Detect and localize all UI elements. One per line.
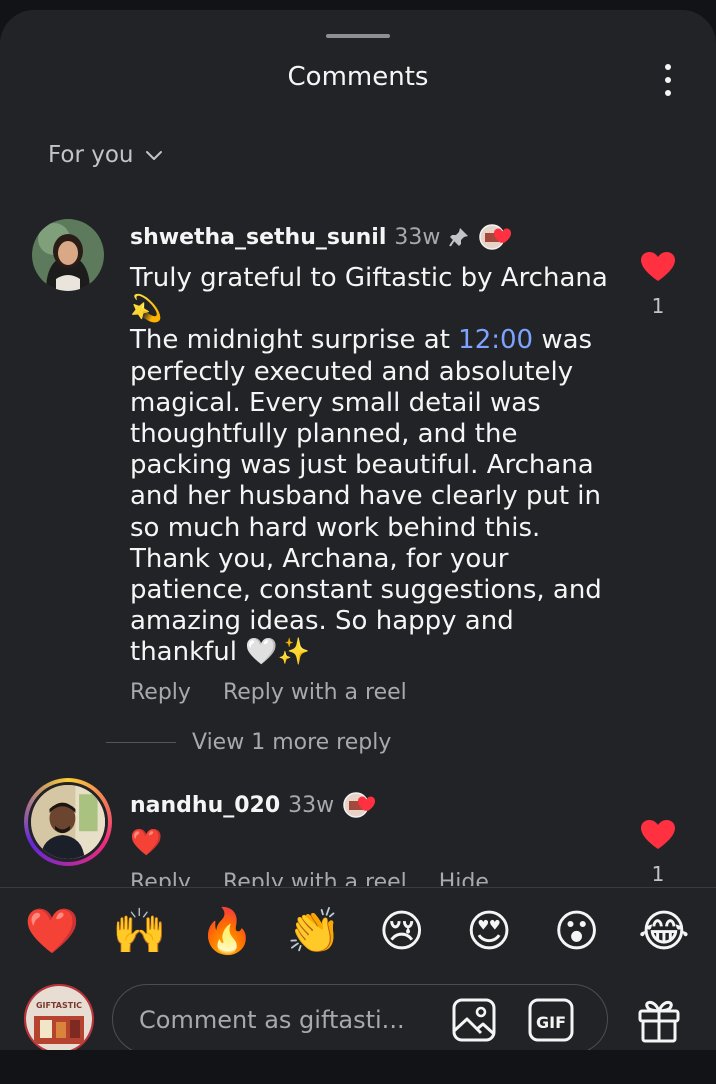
- reply-button[interactable]: Reply: [130, 680, 191, 705]
- sheet-title: Comments: [287, 62, 429, 92]
- filter-label: For you: [48, 142, 134, 168]
- emoji-quick-bar: ❤️ 🙌 🔥 👏 😢 😍 😮 😂: [0, 887, 716, 975]
- comment-actions: Reply Reply with a reel Hide: [130, 870, 489, 886]
- like-column: 1: [638, 252, 678, 318]
- emoji-fire-button[interactable]: 🔥: [199, 904, 255, 960]
- comment-text: Truly grateful to Giftastic by Archana 💫…: [130, 263, 611, 668]
- username[interactable]: shwetha_sethu_sunil: [130, 225, 386, 250]
- comment-text: ❤️: [130, 828, 163, 858]
- comment-composer: GIFTASTIC GIF: [0, 976, 716, 1050]
- comment-meta: nandhu_020 33w: [130, 790, 382, 820]
- emoji-heart-eyes-button[interactable]: 😍: [461, 904, 517, 960]
- timestamp-link[interactable]: 12:00: [458, 325, 533, 355]
- avatar-logo-text: GIFTASTIC: [36, 1001, 82, 1010]
- avatar[interactable]: [24, 778, 112, 866]
- reply-with-reel-button[interactable]: Reply with a reel: [223, 870, 407, 886]
- pin-icon: [449, 228, 469, 247]
- timestamp: 33w: [394, 224, 441, 250]
- current-user-avatar[interactable]: GIFTASTIC: [24, 984, 94, 1050]
- like-column: 1: [638, 820, 678, 886]
- emoji-surprised-button[interactable]: 😮: [549, 904, 605, 960]
- comment-input-box: GIF: [112, 984, 608, 1050]
- avatar[interactable]: [32, 219, 104, 291]
- emoji-crying-button[interactable]: 😢: [374, 904, 430, 960]
- reply-with-reel-button[interactable]: Reply with a reel: [223, 680, 407, 705]
- hide-button[interactable]: Hide: [439, 870, 489, 886]
- like-count: 1: [651, 862, 665, 886]
- view-more-label: View 1 more reply: [192, 730, 392, 755]
- comments-sheet: Comments For you shwetha_sethu_sunil 33w: [0, 10, 716, 1050]
- emoji-raised-hands-button[interactable]: 🙌: [111, 904, 167, 960]
- emoji-laughing-button[interactable]: 😂: [636, 904, 692, 960]
- username[interactable]: nandhu_020: [130, 793, 280, 818]
- comment-filter-dropdown[interactable]: For you: [48, 142, 164, 168]
- emoji-heart-button[interactable]: ❤️: [24, 904, 80, 960]
- heart-filled-icon[interactable]: [641, 252, 675, 282]
- divider: [106, 742, 176, 743]
- creator-liked-badge: [342, 790, 382, 820]
- gif-icon[interactable]: GIF: [527, 997, 575, 1043]
- timestamp: 33w: [288, 792, 335, 818]
- creator-liked-badge: [478, 222, 518, 252]
- chevron-down-icon: [145, 151, 162, 160]
- view-more-replies[interactable]: View 1 more reply: [106, 730, 391, 755]
- gif-label: GIF: [536, 1013, 566, 1032]
- emoji-clap-button[interactable]: 👏: [286, 904, 342, 960]
- reply-button[interactable]: Reply: [130, 870, 191, 886]
- comment-actions: Reply Reply with a reel: [130, 680, 407, 705]
- image-icon[interactable]: [451, 997, 497, 1043]
- gift-icon[interactable]: [634, 994, 684, 1044]
- heart-filled-icon[interactable]: [641, 820, 675, 850]
- comment-input[interactable]: [139, 1003, 429, 1037]
- comment-meta: shwetha_sethu_sunil 33w: [130, 222, 518, 252]
- drag-handle[interactable]: [326, 34, 390, 38]
- more-vertical-icon[interactable]: [656, 62, 680, 98]
- system-nav-strip: [0, 1050, 716, 1084]
- like-count: 1: [651, 294, 665, 318]
